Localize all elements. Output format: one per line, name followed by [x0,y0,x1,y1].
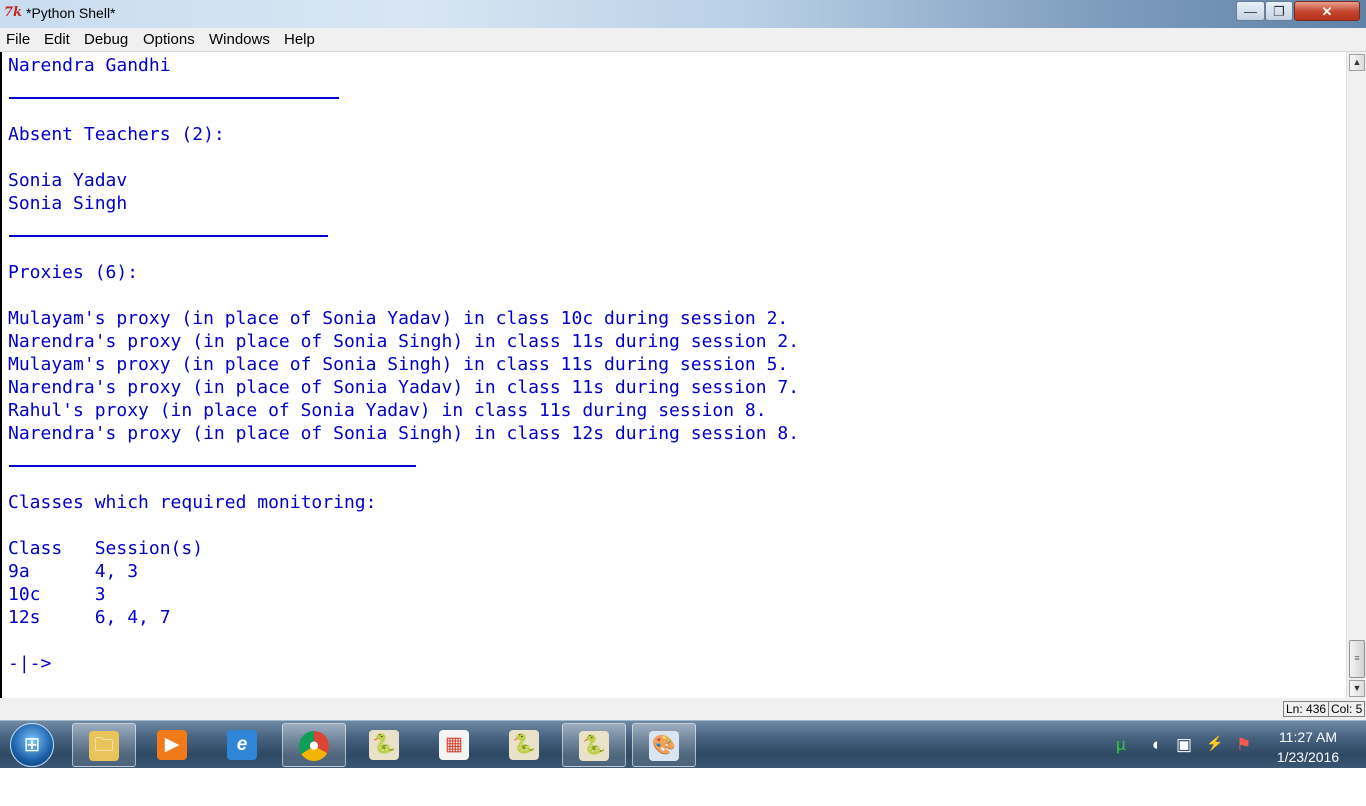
close-button[interactable]: ✕ [1294,1,1360,21]
taskbar: ⊞ 🗀 ▶ e ● 🐍 ▦ 🐍 🐍 🎨 µ ◖ ▣ ⚡ ⚑ 11:27 AM 1… [0,720,1366,769]
action-center-flag-icon[interactable]: ⚑ [1236,735,1251,755]
tk-feather-icon: 7k [4,5,23,20]
taskbar-paint[interactable]: 🎨 [632,723,696,767]
shell-line: 12s 6, 4, 7 [8,607,171,628]
taskbar-chrome[interactable]: ● [282,723,346,767]
system-clock[interactable]: 11:27 AM 1/23/2016 [1262,727,1354,767]
app-grid-icon: ▦ [439,730,469,760]
scroll-down-icon[interactable]: ▼ [1349,680,1365,697]
media-player-icon: ▶ [157,730,187,760]
menu-options[interactable]: Options [143,31,195,48]
menu-bar: File Edit Debug Options Windows Help [0,28,1366,52]
menu-windows[interactable]: Windows [209,31,270,48]
scroll-up-icon[interactable]: ▲ [1349,54,1365,71]
paint-palette-icon: 🎨 [649,731,679,761]
column-indicator: Col: 5 [1328,701,1366,717]
volume-icon[interactable]: ◖ [1150,735,1160,755]
maximize-button[interactable]: ❐ [1265,1,1293,21]
window-title: *Python Shell* [26,5,116,21]
folder-icon: 🗀 [89,731,119,761]
utorrent-icon[interactable]: µ [1116,735,1126,755]
shell-prompt[interactable]: -|-> [8,654,51,674]
clock-time: 11:27 AM [1278,729,1338,745]
shell-line: Narendra Gandhi [8,55,171,76]
menu-file[interactable]: File [6,31,30,48]
taskbar-python-shell[interactable]: 🐍 [562,723,626,767]
shell-output[interactable]: Narendra Gandhi Absent Teachers (2): Son… [0,52,1346,698]
shell-line: Absent Teachers (2): [8,124,225,145]
minimize-button[interactable]: — [1236,1,1265,21]
title-bar: 7k *Python Shell* — ❐ ✕ [0,0,1366,28]
shell-line: Proxies (6): [8,262,139,283]
menu-help[interactable]: Help [284,31,315,48]
menu-edit[interactable]: Edit [44,31,70,48]
menu-debug[interactable]: Debug [84,31,128,48]
network-icon[interactable]: ▣ [1176,735,1192,755]
shell-line: Classes which required monitoring: [8,492,377,513]
taskbar-media-player[interactable]: ▶ [140,723,204,767]
shell-line: Sonia Singh [8,193,128,214]
screen-bottom [0,768,1366,806]
power-icon[interactable]: ⚡ [1206,735,1223,752]
taskbar-explorer[interactable]: 🗀 [72,723,136,767]
shell-line: 10c 3 [8,584,106,605]
separator-line [9,465,416,467]
shell-line: Sonia Yadav [8,170,128,191]
separator-line [9,97,339,99]
clock-date: 1/23/2016 [1276,749,1340,765]
shell-line: Mulayam's proxy (in place of Sonia Singh… [8,354,789,375]
scroll-thumb[interactable]: ≡ [1349,640,1365,678]
shell-line: Narendra's proxy (in place of Sonia Yada… [8,377,800,398]
windows-logo-icon[interactable]: ⊞ [10,723,54,767]
shell-line: 9a 4, 3 [8,561,139,582]
shell-line: Narendra's proxy (in place of Sonia Sing… [8,423,800,444]
python-shell-icon: 🐍 [579,731,609,761]
taskbar-app-grid[interactable]: ▦ [422,723,486,767]
separator-line [9,235,328,237]
shell-line: Narendra's proxy (in place of Sonia Sing… [8,331,800,352]
vertical-scrollbar[interactable]: ▲ ≡ ▼ [1346,52,1366,698]
python-file-icon: 🐍 [509,730,539,760]
line-indicator: Ln: 436 [1283,701,1330,717]
taskbar-python-file[interactable]: 🐍 [492,723,556,767]
shell-line: Mulayam's proxy (in place of Sonia Yadav… [8,308,789,329]
python-file-icon: 🐍 [369,730,399,760]
status-bar: Ln: 436 Col: 5 [0,698,1366,720]
shell-line: Class Session(s) [8,538,204,559]
chrome-icon: ● [299,731,329,761]
taskbar-python-file[interactable]: 🐍 [352,723,416,767]
internet-explorer-icon: e [227,730,257,760]
shell-line: Rahul's proxy (in place of Sonia Yadav) … [8,400,767,421]
taskbar-internet-explorer[interactable]: e [210,723,274,767]
